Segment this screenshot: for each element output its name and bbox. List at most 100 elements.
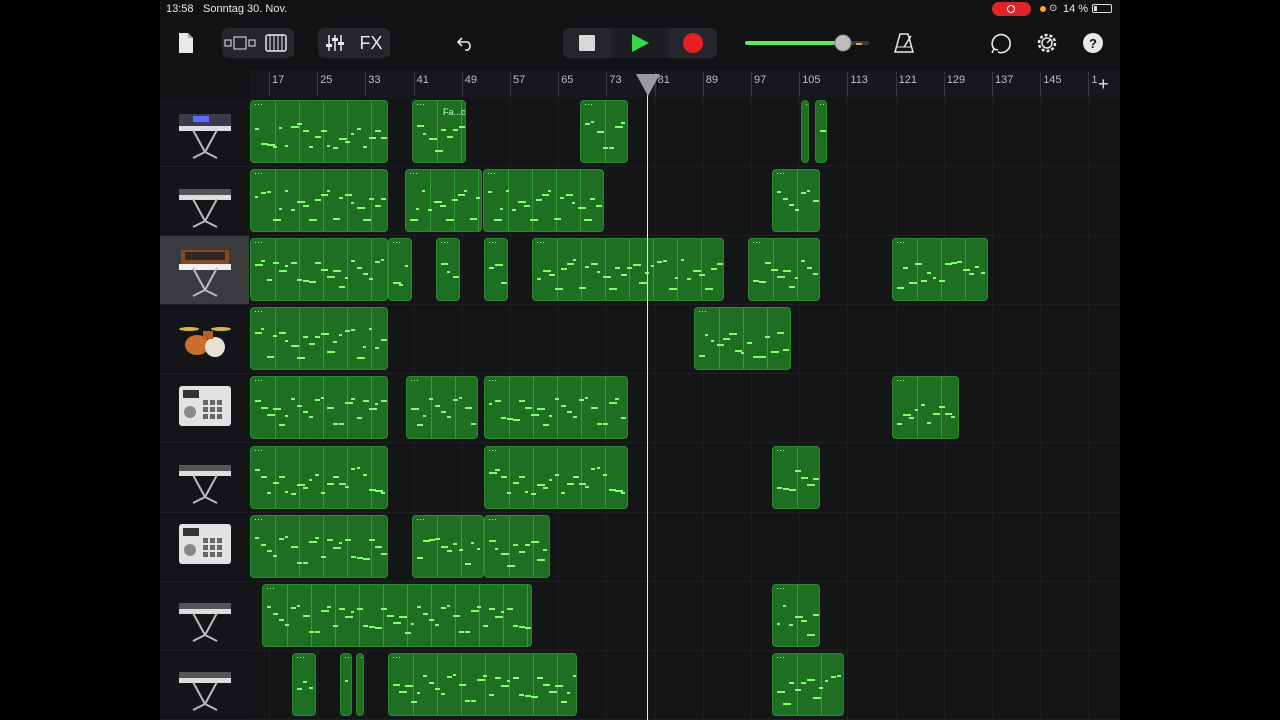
track-header[interactable] — [160, 305, 249, 375]
midi-region[interactable]: ··· — [748, 238, 820, 302]
midi-region[interactable]: ··· — [388, 652, 577, 716]
track-controls-button[interactable] — [318, 34, 352, 52]
loop-icon — [991, 33, 1011, 54]
drum-kit-icon — [175, 307, 235, 372]
bar-gridline — [992, 98, 993, 720]
midi-note — [747, 342, 752, 345]
midi-note — [548, 190, 551, 193]
master-volume-slider[interactable] — [744, 28, 870, 58]
region-menu-dots: ··· — [819, 100, 826, 109]
midi-region[interactable]: ··· — [250, 445, 388, 509]
midi-region[interactable]: ··· — [892, 376, 959, 440]
midi-note — [765, 336, 770, 339]
track-header[interactable] — [160, 513, 249, 582]
tracks-view-button[interactable] — [222, 36, 258, 50]
midi-region[interactable]: ··· — [532, 238, 724, 302]
midi-region[interactable]: ··· — [250, 307, 388, 371]
midi-note — [525, 543, 530, 546]
region-menu-dots: ··· — [487, 169, 496, 179]
metronome-button[interactable] — [892, 28, 916, 58]
undo-button[interactable] — [454, 28, 478, 58]
midi-note — [603, 423, 608, 426]
midi-region[interactable]: ··· — [412, 514, 484, 578]
midi-region[interactable]: ··· — [250, 376, 388, 440]
track-header[interactable] — [160, 374, 249, 444]
midi-region[interactable]: ··· — [250, 169, 388, 233]
midi-region[interactable]: ··· — [772, 583, 820, 647]
track-header[interactable] — [160, 651, 249, 720]
midi-note — [513, 481, 519, 484]
midi-note — [255, 332, 262, 335]
midi-region[interactable]: ··· — [356, 652, 364, 716]
midi-note — [417, 424, 423, 427]
region-loop-divider — [275, 308, 276, 370]
track-header[interactable] — [160, 236, 249, 306]
track-header[interactable] — [160, 167, 249, 237]
add-section-button[interactable]: + — [1098, 74, 1109, 95]
tracks-area[interactable]: ··· ··· Fa...ox ··· ··· ··· ··· ··· ··· ··· ··· ···… — [250, 98, 1120, 720]
stop-button[interactable] — [563, 34, 611, 52]
midi-note — [285, 623, 289, 626]
midi-region[interactable]: ··· Fa...ox — [412, 100, 466, 164]
midi-region[interactable]: ··· — [405, 169, 482, 233]
midi-region[interactable]: ··· — [406, 376, 478, 440]
midi-region[interactable]: ··· — [483, 169, 604, 233]
midi-region[interactable]: ··· — [484, 238, 508, 302]
midi-region[interactable]: ··· — [580, 100, 628, 164]
midi-note — [555, 684, 563, 687]
midi-region[interactable]: ··· — [801, 100, 809, 164]
midi-region[interactable]: ··· — [262, 583, 532, 647]
midi-region[interactable]: ··· — [892, 238, 988, 302]
midi-region[interactable]: ··· — [815, 100, 827, 164]
help-button[interactable]: ? — [1080, 28, 1106, 58]
bar-gridline — [751, 98, 752, 720]
midi-note — [345, 615, 353, 618]
loop-browser-button[interactable] — [988, 28, 1014, 58]
region-loop-divider — [383, 584, 384, 646]
midi-region[interactable]: ··· — [250, 514, 388, 578]
midi-note — [542, 194, 549, 197]
midi-region[interactable]: ··· — [436, 238, 460, 302]
midi-note — [416, 208, 419, 211]
track-lane[interactable] — [250, 651, 1120, 720]
region-loop-divider — [413, 653, 414, 715]
playhead-handle[interactable] — [636, 74, 660, 96]
track-header[interactable] — [160, 582, 249, 651]
midi-region[interactable]: ··· — [388, 238, 412, 302]
midi-region[interactable]: ··· — [340, 652, 352, 716]
track-header[interactable] — [160, 98, 249, 167]
midi-note — [279, 208, 282, 211]
midi-region[interactable]: ··· — [250, 100, 388, 164]
settings-button[interactable] — [1034, 28, 1060, 58]
midi-region[interactable]: ··· — [484, 514, 550, 578]
ruler-tick — [1040, 72, 1042, 96]
region-loop-divider — [371, 170, 372, 232]
keyboard-view-button[interactable] — [258, 34, 294, 52]
midi-region[interactable]: ··· — [772, 445, 820, 509]
midi-note — [333, 341, 337, 344]
my-songs-button[interactable] — [174, 28, 198, 58]
midi-note — [711, 340, 714, 343]
region-loop-divider — [371, 239, 372, 301]
midi-region[interactable]: ··· — [772, 652, 844, 716]
midi-note — [531, 414, 539, 417]
timeline-ruler[interactable]: 17 25 33 41 49 57 65 73 81 89 97 105 113 121 129 137 145… — [250, 70, 1120, 99]
midi-note — [495, 547, 498, 550]
volume-knob[interactable] — [834, 34, 852, 52]
battery-percent: 14 % — [1063, 3, 1089, 15]
record-button[interactable] — [669, 32, 717, 54]
midi-note — [321, 397, 324, 400]
midi-region[interactable]: ··· — [484, 445, 628, 509]
midi-region[interactable]: ··· — [484, 376, 628, 440]
fx-button[interactable]: FX — [352, 33, 390, 54]
midi-region[interactable]: ··· — [694, 307, 791, 371]
midi-note — [321, 130, 327, 132]
play-button[interactable] — [611, 28, 669, 58]
midi-region[interactable]: ··· — [292, 652, 316, 716]
midi-note — [537, 483, 545, 486]
track-header[interactable] — [160, 444, 249, 513]
region-menu-dots: ··· — [488, 376, 497, 386]
midi-note — [333, 147, 338, 149]
midi-region[interactable]: ··· — [772, 169, 820, 233]
midi-region[interactable]: ··· — [250, 238, 388, 302]
